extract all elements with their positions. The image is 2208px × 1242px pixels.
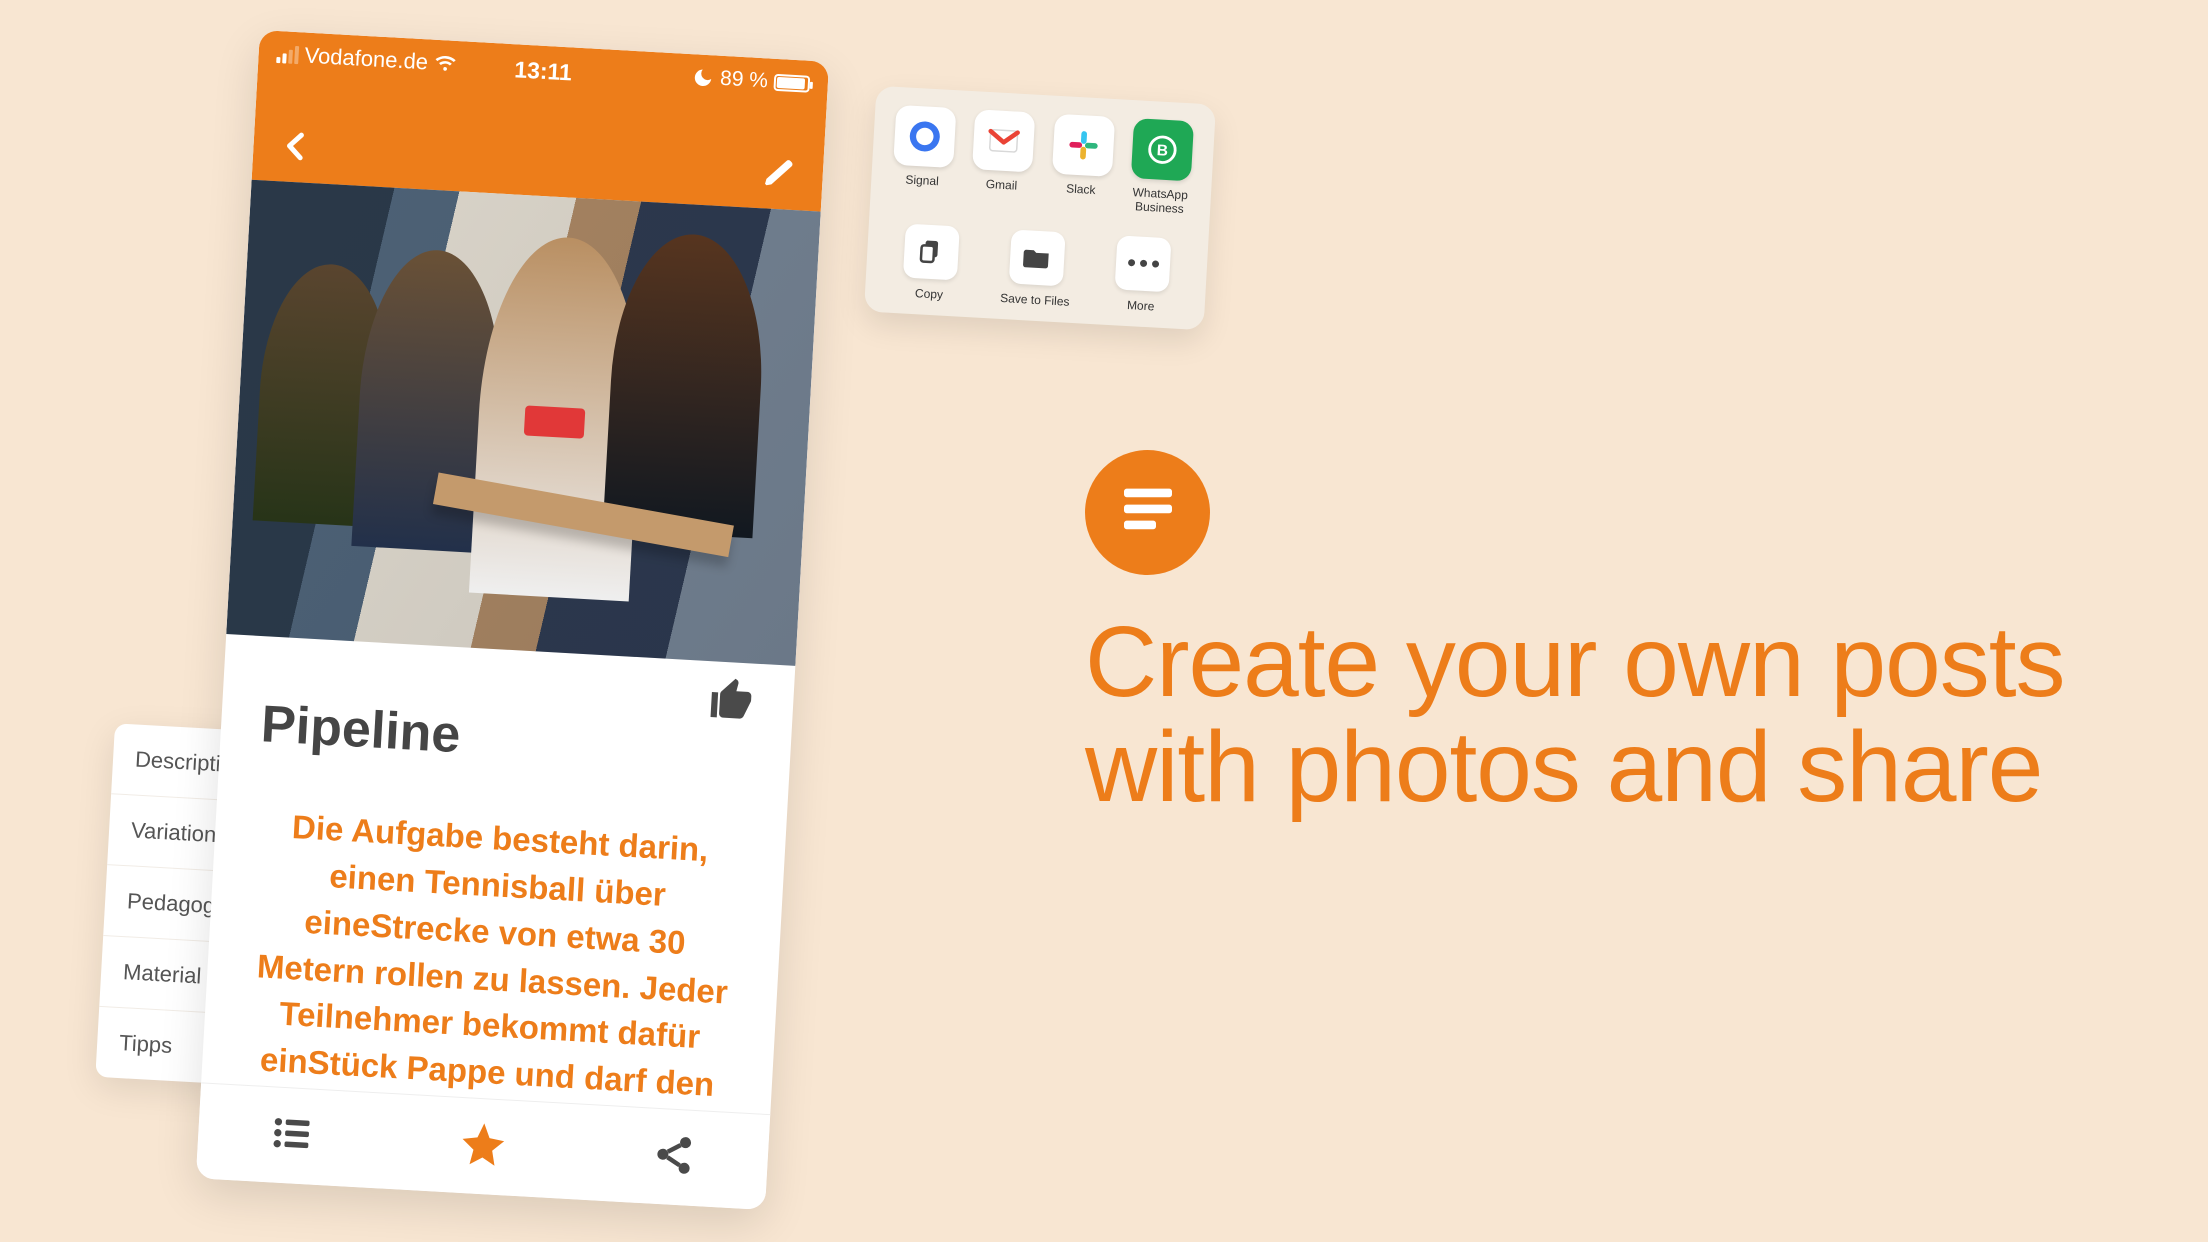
feature-badge	[1085, 450, 1210, 575]
share-action-label: Copy	[883, 284, 976, 303]
list-button[interactable]	[269, 1110, 316, 1161]
share-app-signal[interactable]: Signal	[886, 105, 961, 204]
favorite-button[interactable]	[457, 1118, 510, 1176]
svg-text:B: B	[1157, 142, 1169, 160]
share-app-slack[interactable]: Slack	[1045, 113, 1120, 212]
gmail-icon	[972, 109, 1035, 172]
copy-icon	[903, 223, 960, 280]
marketing-headline: Create your own posts with photos and sh…	[1085, 610, 2065, 820]
text-lines-icon	[1116, 478, 1180, 547]
headline-line-2: with photos and share	[1085, 715, 2065, 820]
post-photo	[226, 180, 821, 666]
share-app-gmail[interactable]: Gmail	[966, 109, 1041, 208]
share-app-label: WhatsApp Business	[1124, 186, 1195, 217]
slack-icon	[1052, 114, 1115, 177]
chevron-left-icon	[279, 128, 315, 164]
list-icon	[269, 1110, 315, 1156]
whatsapp-business-icon: B	[1131, 118, 1194, 181]
star-icon	[457, 1118, 510, 1171]
share-action-label: Save to Files	[989, 290, 1082, 309]
headline-line-1: Create your own posts	[1085, 610, 2065, 715]
share-button[interactable]	[650, 1132, 697, 1183]
like-button[interactable]	[706, 673, 759, 731]
post-title: Pipeline	[260, 694, 753, 781]
share-action-copy[interactable]: Copy	[883, 222, 979, 303]
battery-icon	[773, 73, 810, 92]
share-app-label: Signal	[887, 172, 957, 190]
clock-label: 13:11	[258, 42, 829, 101]
share-action-label: More	[1094, 296, 1187, 315]
phone-mockup: Vodafone.de 13:11 89 % Pipeline	[196, 30, 829, 1210]
back-button[interactable]	[278, 128, 314, 169]
signal-icon	[893, 105, 956, 168]
share-app-label: Slack	[1046, 181, 1116, 199]
share-icon	[651, 1132, 697, 1178]
section-item-label: Variations	[130, 817, 227, 847]
pencil-icon	[762, 155, 798, 191]
more-icon	[1115, 235, 1172, 292]
section-item-label: Material	[123, 959, 203, 988]
share-app-whatsapp-business[interactable]: B WhatsApp Business	[1124, 118, 1199, 217]
folder-icon	[1009, 229, 1066, 286]
share-action-more[interactable]: More	[1094, 234, 1190, 315]
status-bar: Vodafone.de 13:11 89 %	[258, 30, 829, 98]
share-action-save-to-files[interactable]: Save to Files	[989, 228, 1085, 309]
share-sheet: Signal Gmail Slack B WhatsApp B	[864, 86, 1216, 330]
thumb-up-icon	[706, 673, 759, 726]
edit-button[interactable]	[762, 155, 798, 196]
section-item-label: Tipps	[119, 1030, 173, 1058]
share-app-label: Gmail	[966, 177, 1036, 195]
